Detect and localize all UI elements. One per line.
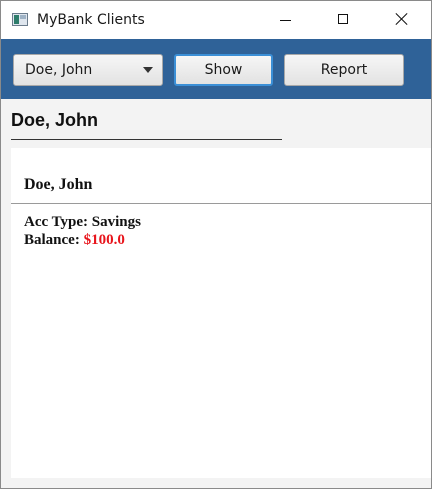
client-select-value: Doe, John bbox=[25, 62, 93, 78]
app-window: MyBank Clients Doe, John Show Report Doe… bbox=[0, 0, 432, 489]
app-window-icon bbox=[12, 13, 28, 26]
details-client-name: Doe, John bbox=[24, 176, 93, 193]
show-button[interactable]: Show bbox=[174, 54, 273, 86]
title-bar[interactable]: MyBank Clients bbox=[1, 1, 431, 39]
balance-label: Balance: bbox=[24, 232, 80, 248]
close-icon bbox=[396, 13, 408, 25]
close-button[interactable] bbox=[379, 1, 425, 39]
header-divider bbox=[11, 139, 282, 140]
client-details-view: Doe, John Acc Type: Savings Balance: $10… bbox=[11, 148, 431, 478]
minimize-button[interactable] bbox=[263, 1, 309, 39]
client-select[interactable]: Doe, John bbox=[13, 54, 163, 86]
chevron-down-icon bbox=[143, 67, 153, 73]
acc-type-value: Savings bbox=[91, 214, 141, 230]
acc-type-line: Acc Type: Savings bbox=[24, 214, 141, 231]
toolbar: Doe, John Show Report bbox=[1, 39, 431, 99]
balance-value: $100.0 bbox=[83, 232, 125, 248]
report-button[interactable]: Report bbox=[284, 54, 404, 86]
client-name-heading: Doe, John bbox=[11, 110, 99, 130]
balance-line: Balance: $100.0 bbox=[24, 232, 125, 249]
window-title: MyBank Clients bbox=[37, 12, 145, 28]
maximize-button[interactable] bbox=[321, 1, 367, 39]
details-divider bbox=[11, 203, 431, 204]
acc-type-label: Acc Type: bbox=[24, 214, 89, 230]
